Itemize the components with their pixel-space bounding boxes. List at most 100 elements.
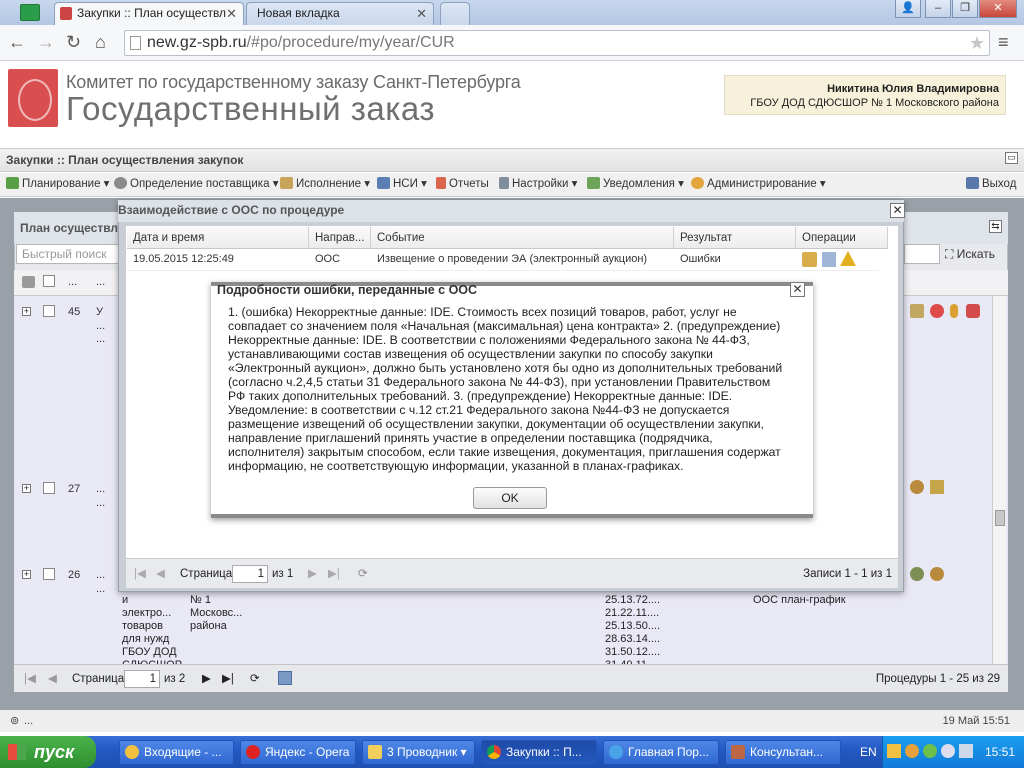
bookmark-star-icon[interactable]: ★ xyxy=(969,31,985,55)
document-icon[interactable] xyxy=(822,252,836,267)
row-checkbox[interactable] xyxy=(43,568,55,580)
page-total: из 1 xyxy=(272,568,294,580)
last-page-icon[interactable]: ▶| xyxy=(222,665,234,693)
select-all-checkbox[interactable] xyxy=(43,275,55,287)
menu-reports[interactable]: Отчеты xyxy=(436,173,489,196)
row-actions[interactable] xyxy=(910,480,950,496)
menu-settings[interactable]: Настройки ▾ xyxy=(499,173,577,196)
menu-admin[interactable]: Администрирование ▾ xyxy=(691,173,826,196)
taskbar-item-consultant[interactable]: Консультан... xyxy=(725,740,841,765)
refresh-icon[interactable]: ⟳ xyxy=(250,665,260,693)
page-input[interactable]: 1 xyxy=(124,670,160,688)
status-datetime: 19 Май 15:51 xyxy=(942,715,1010,727)
taskbar-item-ie[interactable]: Главная Пор... xyxy=(603,740,719,765)
users-icon[interactable] xyxy=(966,304,980,318)
col-datetime[interactable]: Дата и время xyxy=(127,227,309,249)
col-event[interactable]: Событие xyxy=(371,227,674,249)
mail-icon xyxy=(125,745,139,759)
save-icon[interactable] xyxy=(278,671,292,685)
package-icon[interactable] xyxy=(802,252,817,267)
folder-icon xyxy=(368,745,382,759)
user-icon[interactable]: 👤 xyxy=(895,0,921,18)
next-page-icon[interactable]: ▶ xyxy=(308,559,317,589)
opera-icon xyxy=(246,745,260,759)
sheets-app-icon[interactable] xyxy=(20,4,40,21)
clear-filter-icon[interactable] xyxy=(22,276,35,288)
scroll-icon[interactable] xyxy=(930,480,944,494)
tab-favicon-icon xyxy=(60,7,72,20)
prev-page-icon[interactable]: ◀ xyxy=(156,559,165,589)
address-bar[interactable]: new.gz-spb.ru/#po/procedure/my/year/CUR … xyxy=(124,30,990,56)
back-icon[interactable]: ← xyxy=(8,32,26,53)
tray-network-icon[interactable] xyxy=(905,744,919,758)
emblem-icon[interactable] xyxy=(930,567,944,581)
restore-icon[interactable]: ❐ xyxy=(952,0,978,18)
row-actions[interactable] xyxy=(910,567,950,583)
expand-row-icon[interactable]: + xyxy=(22,307,31,316)
tray-app-icon[interactable] xyxy=(887,744,901,758)
new-tab-button[interactable] xyxy=(440,2,470,25)
warning-icon[interactable] xyxy=(840,251,856,266)
col-direction[interactable]: Направ... xyxy=(309,227,371,249)
grid-scrollbar[interactable] xyxy=(992,296,1006,664)
gear-icon[interactable] xyxy=(910,567,924,581)
page-total: из 2 xyxy=(164,673,186,685)
search-field-right[interactable] xyxy=(904,244,940,264)
close-dialog-icon[interactable]: ✕ xyxy=(890,203,905,218)
delete-icon[interactable] xyxy=(930,304,944,318)
scrollbar-thumb[interactable] xyxy=(995,510,1005,526)
page-input[interactable]: 1 xyxy=(232,565,268,583)
search-button[interactable]: ⛶ Искать xyxy=(945,244,995,264)
browser-tab-new[interactable]: Новая вкладка ✕ xyxy=(246,2,434,25)
collapse-panel-icon[interactable]: ▭ xyxy=(1005,152,1018,164)
row-actions[interactable] xyxy=(910,304,982,320)
tray-volume-icon[interactable] xyxy=(959,744,973,758)
minimize-icon[interactable]: – xyxy=(925,0,951,18)
next-page-icon[interactable]: ▶ xyxy=(202,665,211,693)
close-window-icon[interactable]: ✕ xyxy=(979,0,1017,18)
last-page-icon[interactable]: ▶| xyxy=(328,559,340,589)
row-checkbox[interactable] xyxy=(43,482,55,494)
app-title-bar: Закупки :: План осуществления закупок xyxy=(0,148,1024,172)
emblem-icon[interactable] xyxy=(910,480,924,494)
taskbar-item-explorer[interactable]: 3 Проводник ▾ xyxy=(362,740,475,765)
col-operations[interactable]: Операции xyxy=(796,227,888,249)
records-summary: Процедуры 1 - 25 из 29 xyxy=(875,673,1000,685)
menu-nsi[interactable]: НСИ ▾ xyxy=(377,173,427,196)
browser-tab-active[interactable]: Закупки :: План осуществл ✕ xyxy=(54,2,244,25)
home-icon[interactable]: ⌂ xyxy=(95,32,106,53)
first-page-icon[interactable]: |◀ xyxy=(24,665,36,693)
row-datetime: 19.05.2015 12:25:49 xyxy=(133,253,234,265)
taskbar-item-mail[interactable]: Входящие - ... xyxy=(119,740,234,765)
menu-supplier[interactable]: Определение поставщика ▾ xyxy=(114,173,278,196)
reload-icon[interactable]: ↻ xyxy=(66,32,81,53)
tray-security-icon[interactable] xyxy=(941,744,955,758)
row-checkbox[interactable] xyxy=(43,305,55,317)
taskbar-item-opera[interactable]: Яндекс - Opera xyxy=(240,740,356,765)
expand-row-icon[interactable]: + xyxy=(22,570,31,579)
prev-page-icon[interactable]: ◀ xyxy=(48,665,57,693)
forward-icon[interactable]: → xyxy=(37,32,55,53)
first-page-icon[interactable]: |◀ xyxy=(134,559,146,589)
language-indicator[interactable]: EN xyxy=(860,736,877,768)
close-error-dialog-icon[interactable]: ✕ xyxy=(790,282,805,297)
exit-link[interactable]: Выход xyxy=(966,173,1016,196)
close-tab-icon[interactable]: ✕ xyxy=(416,3,427,24)
menu-icon[interactable]: ≡ xyxy=(998,32,1009,53)
menu-notifications[interactable]: Уведомления ▾ xyxy=(587,173,684,196)
col-result[interactable]: Результат xyxy=(674,227,796,249)
edit-icon[interactable] xyxy=(910,304,924,318)
info-icon[interactable] xyxy=(950,304,958,318)
menu-planning[interactable]: Планирование ▾ xyxy=(6,173,109,196)
refresh-panel-icon[interactable]: ⇆ xyxy=(989,220,1002,233)
user-name: Никитина Юлия Владимировна xyxy=(827,83,999,95)
taskbar-item-chrome[interactable]: Закупки :: П... xyxy=(481,740,597,765)
close-tab-icon[interactable]: ✕ xyxy=(226,3,237,24)
expand-row-icon[interactable]: + xyxy=(22,484,31,493)
menu-execution[interactable]: Исполнение ▾ xyxy=(280,173,370,196)
refresh-icon[interactable]: ⟳ xyxy=(358,559,368,589)
quick-search-input[interactable]: Быстрый поиск xyxy=(16,244,126,264)
ok-button[interactable]: OK xyxy=(473,487,547,509)
start-button[interactable]: пуск xyxy=(0,736,96,768)
tray-update-icon[interactable] xyxy=(923,744,937,758)
